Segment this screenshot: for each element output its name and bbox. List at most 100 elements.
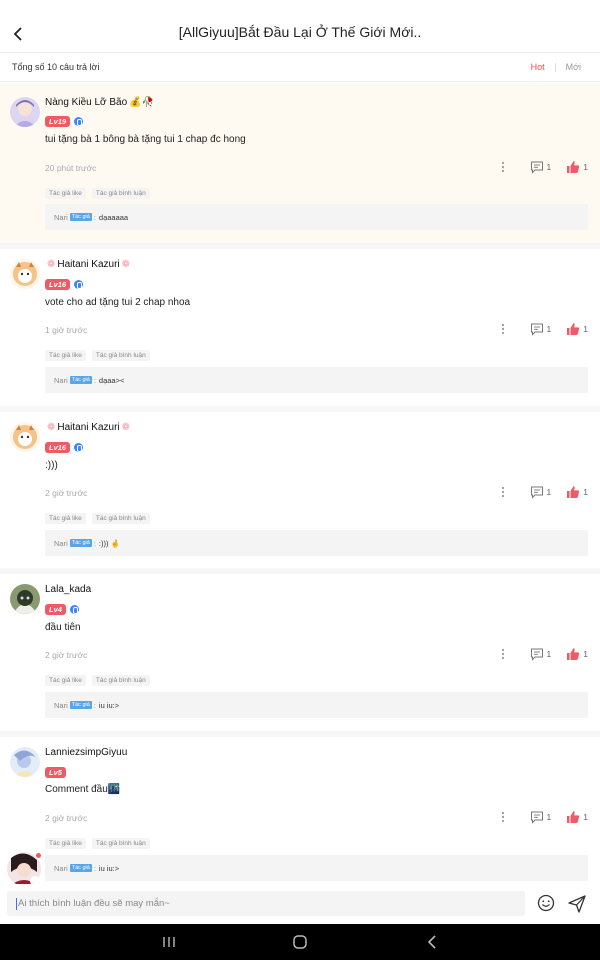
author-reply[interactable]: Nari Tác giả : :))) 🤞 [45,530,588,556]
comment-actions: 1 1 [496,485,588,499]
comment-text: đầu tiên [45,622,81,633]
thumbs-up-icon[interactable] [566,160,580,174]
more-vert-icon[interactable] [496,322,510,336]
reply-count: 1 [546,324,552,334]
sort-divider [554,62,556,72]
more-vert-icon[interactable] [496,160,510,174]
verified-icon [69,605,79,614]
author-reply[interactable]: Nari Tác giả : dạaa>< [45,367,588,393]
user-badges: Lv16 [45,279,84,290]
user-badges: Lv4 [45,604,79,615]
comment-item: ❁ Haitani Kazuri ❁ Lv16 :))) 2 giờ trước… [0,412,600,568]
author-tags: Tác giả like Tác giả bình luận [45,350,156,361]
author-tags: Tác giả like Tác giả bình luận [45,188,156,199]
more-vert-icon[interactable] [496,485,510,499]
sort-new-tab[interactable]: Mới [566,62,581,72]
author-reply[interactable]: Nari Tác giả : dạaaaaa [45,204,588,230]
thumbs-up-icon[interactable] [566,322,580,336]
reply-count: 1 [546,162,552,172]
username[interactable]: ❁ Haitani Kazuri ❁ [45,422,132,433]
page-title: [AllGiyuu]Bắt Đầu Lại Ở Thế Giới Mới.. [178,24,422,40]
thumbs-up-icon[interactable] [566,810,580,824]
comment-time: 2 giờ trước [45,650,88,660]
more-vert-icon[interactable] [496,647,510,661]
reply-text: :))) 🤞 [98,538,120,548]
nav-recents-button[interactable] [160,933,178,951]
tag-author-like: Tác giả like [45,838,86,849]
sort-hot-tab[interactable]: Hot [531,62,545,72]
author-tags: Tác giả like Tác giả bình luận [45,513,156,524]
like-count: 1 [583,487,588,497]
author-reply[interactable]: Nari Tác giả : iu iu:> [45,855,588,881]
back-button[interactable] [6,20,30,48]
nav-recents-icon [163,937,175,947]
author-badge: Tác giả [69,701,92,709]
author-reply[interactable]: Nari Tác giả : iu iu:> [45,692,588,718]
comment-icon[interactable] [530,810,544,824]
username-text: Nàng Kiều Lỡ Bão [45,97,128,108]
username-emoji: 💰🥀 [129,97,155,108]
username[interactable]: LanniezsimpGiyuu [45,747,127,758]
reply-author: Nari [54,212,68,222]
comment-icon[interactable] [530,647,544,661]
send-icon[interactable] [567,894,587,914]
like-count: 1 [583,649,588,659]
back-arrow-icon [13,27,22,41]
system-nav-bar [0,924,600,960]
username-text: Haitani Kazuri [57,422,120,433]
comment-input[interactable]: Ai thích bình luận đều sẽ may mắn~ [7,891,525,916]
reply-author: Nari [54,863,68,873]
comment-actions: 1 1 [496,810,588,824]
comment-item: ❁ Haitani Kazuri ❁ Lv16 vote cho ad tặng… [0,249,600,406]
comments-screen: [AllGiyuu]Bắt Đầu Lại Ở Thế Giới Mới.. T… [0,0,600,924]
flower-icon: ❁ [47,259,56,270]
comment-time: 2 giờ trước [45,488,88,498]
avatar[interactable] [10,747,40,777]
user-badges: Lv19 [45,116,84,127]
tag-author-comment: Tác giả bình luận [91,675,150,686]
author-badge: Tác giả [69,539,92,547]
more-vert-icon[interactable] [496,810,510,824]
text-cursor [16,897,17,910]
username-text: Haitani Kazuri [57,259,120,270]
comment-time: 20 phút trước [45,163,97,173]
reply-author: Nari [54,700,68,710]
username[interactable]: Lala_kada [45,584,91,595]
reply-count: 1 [546,487,552,497]
comment-icon[interactable] [530,160,544,174]
username[interactable]: Nàng Kiều Lỡ Bão 💰🥀 [45,97,156,108]
comment-icon[interactable] [530,322,544,336]
avatar[interactable] [10,259,40,289]
comment-time: 2 giờ trước [45,813,88,823]
author-badge: Tác giả [69,213,92,221]
tag-author-comment: Tác giả bình luận [91,513,150,524]
avatar[interactable] [10,422,40,452]
verified-icon [74,117,84,126]
avatar[interactable] [10,97,40,127]
author-badge: Tác giả [69,376,92,384]
avatar[interactable] [10,584,40,614]
total-replies: Tổng số 10 câu trả lời [12,62,100,72]
level-badge: Lv19 [45,116,71,127]
thumbs-up-icon[interactable] [566,485,580,499]
nav-back-button[interactable] [423,933,441,951]
username[interactable]: ❁ Haitani Kazuri ❁ [45,259,132,270]
thumbs-up-icon[interactable] [566,647,580,661]
comment-text: Comment đầu🌃 [45,784,121,795]
nav-home-icon [293,935,307,949]
reply-colon: : [93,863,96,873]
nav-back-icon [427,935,436,949]
flower-icon: ❁ [121,422,131,433]
reply-text: dạaa>< [98,375,125,385]
nav-home-button[interactable] [291,933,309,951]
comment-icon[interactable] [530,485,544,499]
comment-actions: 1 1 [496,160,588,174]
reply-colon: : [93,538,96,548]
comment-time: 1 giờ trước [45,325,88,335]
reply-count: 1 [546,812,552,822]
tag-author-like: Tác giả like [45,188,86,199]
comment-actions: 1 1 [496,647,588,661]
tag-author-comment: Tác giả bình luận [91,838,150,849]
emoji-icon[interactable] [537,894,555,912]
level-badge: Lv16 [45,279,71,290]
